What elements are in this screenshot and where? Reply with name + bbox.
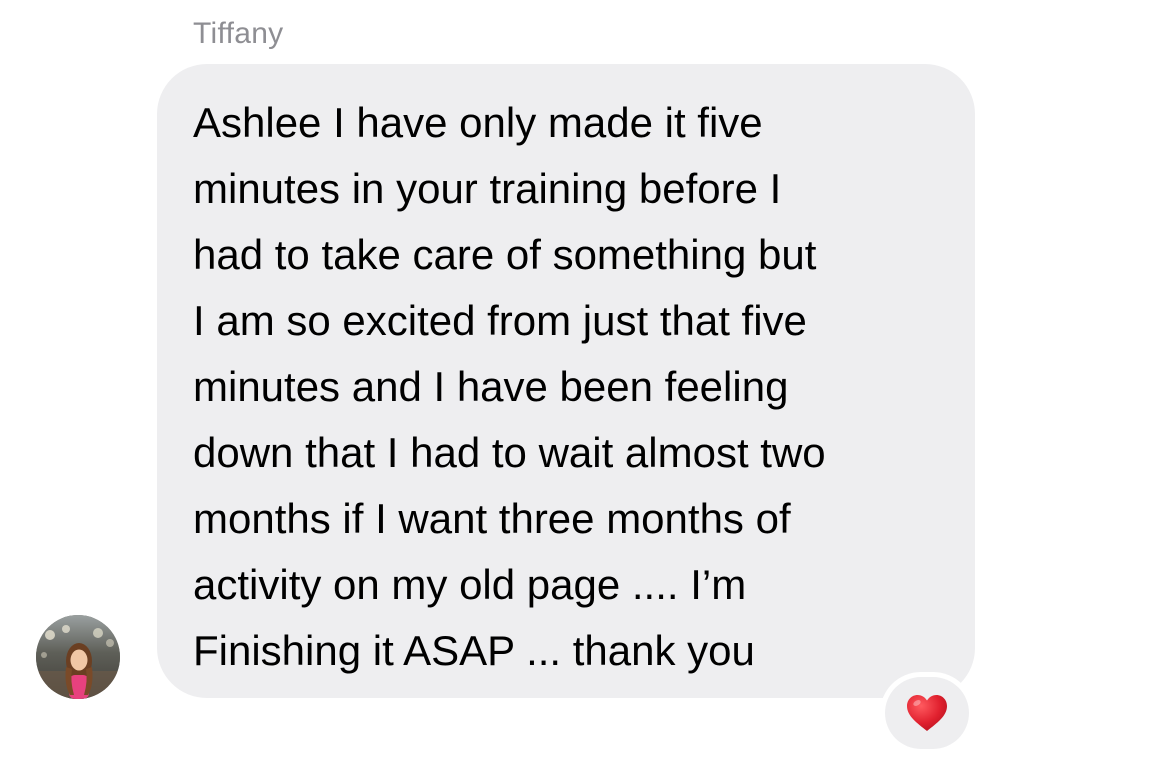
message-text-line: minutes in your training before I [193, 165, 782, 212]
message-bubble[interactable]: Ashlee I have only made it five minutes … [157, 64, 975, 698]
message-text-line: I am so excited from just that five [193, 297, 807, 344]
reaction-badge[interactable] [885, 677, 969, 749]
message-text-line: Finishing it ASAP ... thank you [193, 627, 755, 674]
avatar-photo [36, 615, 120, 699]
heart-icon [907, 695, 947, 731]
message-text-line: minutes and I have been feeling [193, 363, 789, 410]
message-text-line: activity on my old page .... I’m [193, 561, 747, 608]
message-text-line: months if I want three months of [193, 495, 791, 542]
sender-name: Tiffany [193, 17, 284, 50]
message-text-line: Ashlee I have only made it five [193, 99, 763, 146]
message-text-line: had to take care of something but [193, 231, 817, 278]
avatar[interactable] [36, 615, 120, 699]
message-text-line: down that I had to wait almost two [193, 429, 826, 476]
